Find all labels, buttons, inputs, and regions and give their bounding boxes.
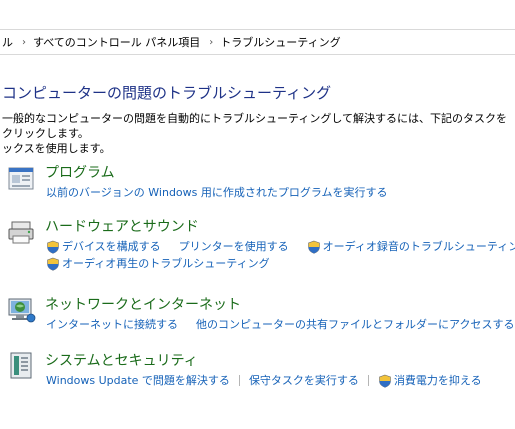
link-reduce-power[interactable]: 消費電力を抑える (378, 372, 482, 389)
chevron-right-icon[interactable]: › (22, 37, 26, 48)
category-title-network-internet[interactable]: ネットワークとインターネット (45, 294, 241, 314)
system-security-icon (10, 352, 32, 379)
category-title-system-security[interactable]: システムとセキュリティ (45, 350, 198, 370)
category-title-hardware-sound[interactable]: ハードウェアとサウンド (45, 216, 199, 236)
link-use-printer[interactable]: プリンターを使用する (179, 238, 289, 255)
link-audio-playback-label[interactable]: オーディオ再生のトラブルシューティング (62, 255, 270, 272)
link-access-shared-files[interactable]: 他のコンピューターの共有ファイルとフォルダーにアクセスする (196, 316, 514, 333)
breadcrumb-item-troubleshooting[interactable]: トラブルシューティング (220, 34, 340, 50)
category-links-system-security: Windows Update で問題を解決する 保守タスクを実行する 消費電力を… (46, 372, 511, 389)
page-description: 一般的なコンピューターの問題を自動的にトラブルシューティングして解決するには、下… (2, 111, 515, 156)
category-title-programs[interactable]: プログラム (45, 162, 115, 182)
link-connect-internet[interactable]: インターネットに接続する (46, 316, 178, 333)
link-audio-recording-label[interactable]: オーディオ録音のトラブルシューティング (323, 238, 515, 255)
hardware-sound-icon (8, 221, 34, 244)
uac-shield-icon (47, 240, 59, 254)
breadcrumb-item-parent[interactable]: ル (2, 34, 13, 50)
programs-icon (8, 167, 34, 190)
uac-shield-icon (379, 374, 391, 388)
category-links-hardware-sound: デバイスを構成する プリンターを使用する オーディオ録音のトラブルシューティング (46, 238, 515, 272)
link-audio-recording-troubleshoot[interactable]: オーディオ録音のトラブルシューティング (307, 238, 515, 255)
link-configure-device-label[interactable]: デバイスを構成する (62, 238, 161, 255)
link-windows-update-fix[interactable]: Windows Update で問題を解決する (46, 372, 230, 389)
breadcrumb: ル › すべてのコントロール パネル項目 › トラブルシューティング (0, 29, 515, 55)
link-run-older-programs[interactable]: 以前のバージョンの Windows 用に作成されたプログラムを実行する (46, 184, 388, 201)
link-reduce-power-label[interactable]: 消費電力を抑える (394, 372, 482, 389)
link-divider (238, 375, 240, 386)
network-internet-icon (8, 298, 36, 323)
page-title: コンピューターの問題のトラブルシューティング (2, 84, 332, 102)
uac-shield-icon (47, 257, 59, 271)
link-divider (367, 375, 369, 386)
chevron-right-icon[interactable]: › (209, 37, 213, 48)
link-audio-playback-troubleshoot[interactable]: オーディオ再生のトラブルシューティング (46, 255, 270, 272)
uac-shield-icon (307, 240, 320, 254)
description-line: ックスを使用します。 (2, 142, 111, 155)
category-links-programs: 以前のバージョンの Windows 用に作成されたプログラムを実行する (46, 184, 511, 201)
link-configure-device[interactable]: デバイスを構成する (46, 238, 161, 255)
breadcrumb-item-all-control-panel[interactable]: すべてのコントロール パネル項目 (33, 34, 200, 50)
category-links-network-internet: インターネットに接続する 他のコンピューターの共有ファイルとフォルダーにアクセス… (46, 316, 514, 333)
link-maintenance-tasks[interactable]: 保守タスクを実行する (249, 372, 359, 389)
description-line: 一般的なコンピューターの問題を自動的にトラブルシューティングして解決するには、下… (2, 112, 508, 140)
